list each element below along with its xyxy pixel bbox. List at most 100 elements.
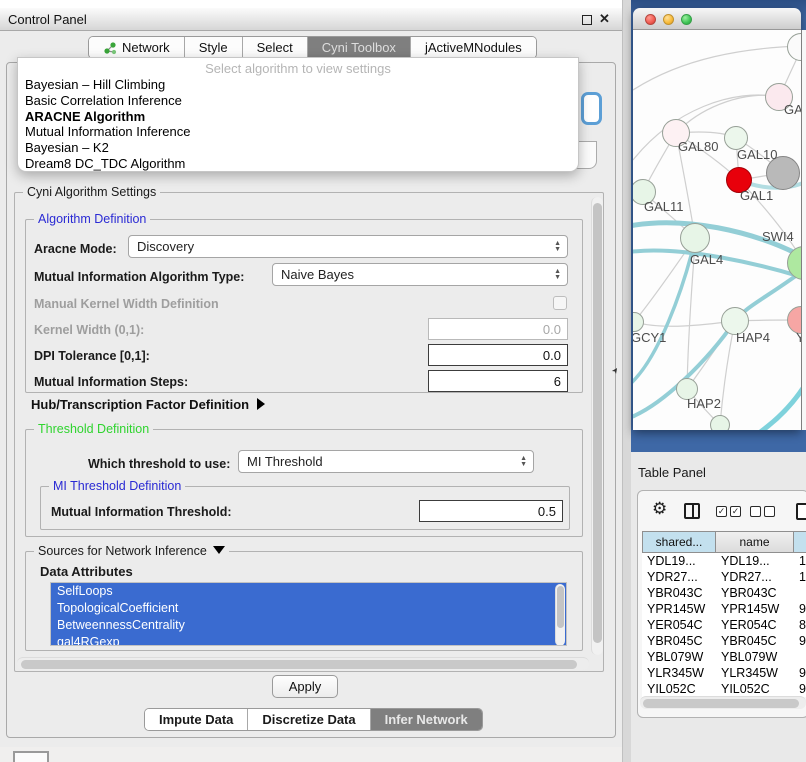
cell-value: 9. [794,601,806,617]
cell-name: YLR345W [716,665,794,681]
stepper-arrows-icon: ▲▼ [554,269,561,281]
tab-label: Discretize Data [262,712,355,727]
manual-kernel-checkbox[interactable] [553,296,567,310]
tab-infer-network[interactable]: Infer Network [371,709,482,730]
zoom-traffic-light[interactable] [681,14,692,25]
checked-checkbox-icon[interactable]: ✓ [716,506,727,517]
dropdown-item[interactable]: Bayesian – K2 [18,140,578,156]
table-row[interactable]: YLR345W YLR345W 9. [642,665,806,681]
mi-threshold-field[interactable]: 0.5 [419,500,563,522]
settings-vertical-scrollbar[interactable] [591,197,603,655]
tab-cyni-toolbox[interactable]: Cyni Toolbox [308,37,411,58]
settings-horizontal-scrollbar[interactable] [17,657,589,670]
table-row[interactable]: YDL19... YDL19... 13 [642,553,806,569]
network-window-titlebar[interactable] [633,8,801,30]
dropdown-item[interactable]: Dream8 DC_TDC Algorithm [18,156,578,172]
table-row[interactable]: YIL052C YIL052C 9. [642,681,806,697]
sources-group: Sources for Network Inference Data Attri… [25,551,583,651]
attribute-item-selected[interactable]: SelfLoops [51,583,566,600]
cell-shared-name: YDR27... [642,569,716,585]
aracne-mode-combo[interactable]: Discovery ▲▼ [128,235,568,258]
attribute-list-scrollbar[interactable] [555,584,565,646]
kernel-width-field[interactable]: 0.0 [428,318,568,340]
field-value: 6 [554,374,561,389]
mi-steps-field[interactable]: 6 [428,370,568,392]
tab-discretize-data[interactable]: Discretize Data [248,709,370,730]
column-header-partial[interactable] [794,531,806,553]
scrollbar-thumb[interactable] [557,586,564,628]
close-traffic-light[interactable] [645,14,656,25]
table-row[interactable]: YDR27... YDR27... 12 [642,569,806,585]
float-panel-icon[interactable] [582,15,592,25]
node-label: GAL80 [678,139,718,154]
sources-title: Sources for Network Inference [38,544,207,558]
scrollbar-thumb[interactable] [21,660,577,669]
cell-shared-name: YBR045C [642,633,716,649]
column-layout-icon[interactable] [684,503,700,519]
network-canvas[interactable]: GAL GAL80 GAL10 GAL1 GAL11 SWI4 GAL4 GCY… [633,30,801,430]
cyni-bottom-tabs: Impute Data Discretize Data Infer Networ… [144,708,483,731]
unchecked-checkbox-icon[interactable] [750,506,761,517]
attribute-item-selected[interactable]: gal4RGexp [51,634,566,646]
focused-combo-fragment[interactable] [581,92,602,125]
dropdown-item[interactable]: Basic Correlation Inference [18,93,578,109]
attribute-item-selected[interactable]: BetweennessCentrality [51,617,566,634]
which-threshold-combo[interactable]: MI Threshold ▲▼ [238,450,534,473]
control-panel: Control Panel ✕ Network Style Select [0,0,622,747]
mi-type-label: Mutual Information Algorithm Type: [34,270,244,284]
node-label: HAP4 [736,330,770,345]
cell-value: 8. [794,617,806,633]
tab-select[interactable]: Select [243,37,308,58]
network-node[interactable] [710,415,730,430]
tab-label: Network [122,40,170,55]
tab-label: Cyni Toolbox [322,40,396,55]
document-icon[interactable] [796,503,806,520]
tab-jactivemnodules[interactable]: jActiveMNodules [411,37,536,58]
panel-splitter[interactable] [622,0,631,762]
node-label: GAL11 [644,199,684,214]
table-row[interactable]: YPR145W YPR145W 9. [642,601,806,617]
close-panel-icon[interactable]: ✕ [599,11,610,27]
docked-panel-handle[interactable] [13,751,49,762]
tab-network[interactable]: Network [89,37,185,58]
dpi-tolerance-field[interactable]: 0.0 [428,344,568,366]
unchecked-checkbox-icon[interactable] [764,506,775,517]
sources-toggle[interactable]: Sources for Network Inference [34,544,229,558]
scrollbar-thumb[interactable] [593,203,602,643]
table-row[interactable]: YBR045C YBR045C 9. [642,633,806,649]
network-view-window[interactable]: GAL GAL80 GAL10 GAL1 GAL11 SWI4 GAL4 GCY… [633,8,801,430]
cell-name: YDR27... [716,569,794,585]
tab-label: jActiveMNodules [425,40,522,55]
minimize-traffic-light[interactable] [663,14,674,25]
table-horizontal-scrollbar[interactable] [640,696,806,709]
control-panel-title: Control Panel [8,12,87,27]
apply-button[interactable]: Apply [272,675,338,698]
table-row[interactable]: YBR043C YBR043C [642,585,806,601]
cell-value: 9. [794,665,806,681]
column-header-shared-name[interactable]: shared... [642,531,716,553]
tab-style[interactable]: Style [185,37,243,58]
scrollbar-thumb[interactable] [643,699,799,708]
kernel-width-label: Kernel Width (0,1): [34,323,144,337]
hub-definition-toggle[interactable]: Hub/Transcription Factor Definition [31,397,265,412]
collapsed-arrow-icon [257,398,265,410]
table-row[interactable]: YBL079W YBL079W [642,649,806,665]
combo-value: Naive Bayes [281,267,354,282]
checked-checkbox-icon[interactable]: ✓ [730,506,741,517]
tab-label: Style [199,40,228,55]
group-title: MI Threshold Definition [49,479,185,493]
dropdown-item[interactable]: Bayesian – Hill Climbing [18,77,578,93]
attribute-item-selected[interactable]: TopologicalCoefficient [51,600,566,617]
table-row[interactable]: YER054C YER054C 8. [642,617,806,633]
dropdown-item[interactable]: Mutual Information Inference [18,124,578,140]
network-node[interactable] [680,223,710,253]
dpi-tolerance-label: DPI Tolerance [0,1]: [34,349,150,363]
cell-name: YBR043C [716,585,794,601]
mi-type-combo[interactable]: Naive Bayes ▲▼ [272,263,568,286]
dropdown-item-selected[interactable]: ARACNE Algorithm [18,109,578,125]
column-header-name[interactable]: name [716,531,794,553]
tab-impute-data[interactable]: Impute Data [145,709,248,730]
gear-icon[interactable]: ⚙ [652,499,667,519]
control-panel-titlebar: Control Panel ✕ [0,8,622,31]
data-attributes-label: Data Attributes [40,564,133,579]
